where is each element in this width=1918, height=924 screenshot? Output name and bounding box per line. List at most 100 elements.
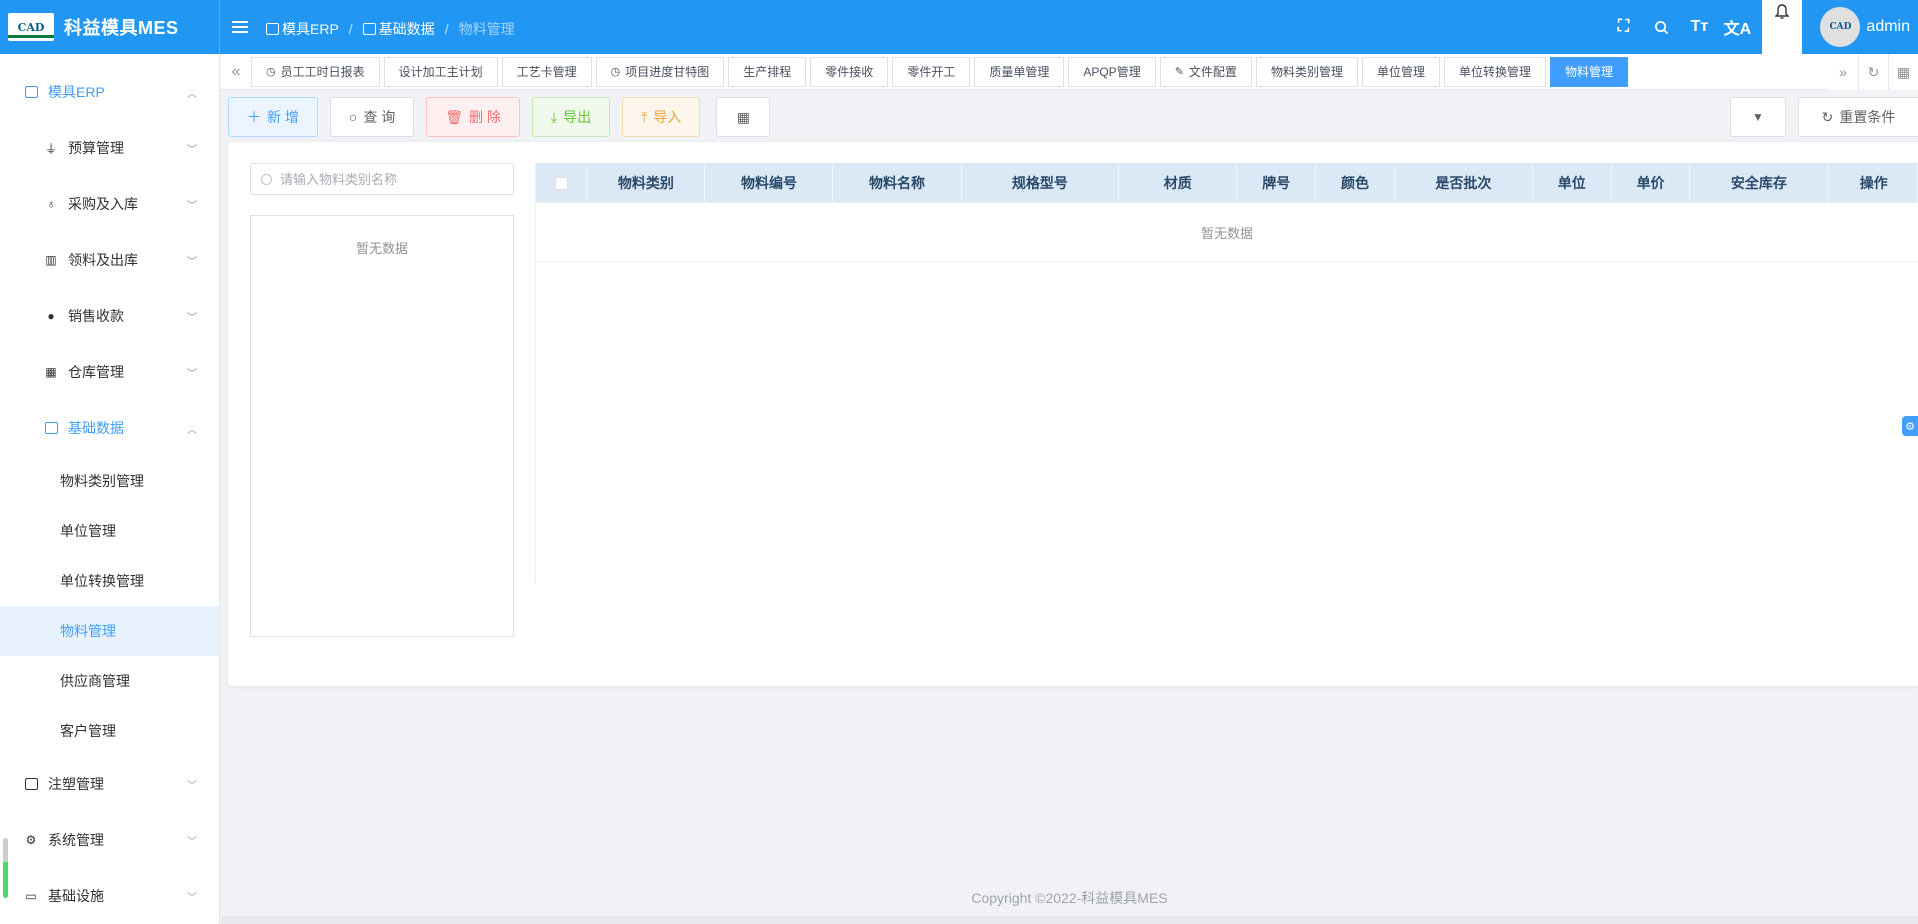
- sidebar-item-material-category[interactable]: 物料类别管理: [0, 456, 219, 506]
- sidebar-item-mold-erp[interactable]: 模具ERP ︿: [0, 64, 219, 120]
- chevron-down-icon: ﹀: [187, 892, 197, 904]
- tab-employee-hours[interactable]: ◷ 员工工时日报表: [251, 56, 380, 87]
- sidebar-item-purchase[interactable]: ♁ 采购及入库 ﹀: [0, 176, 219, 232]
- chevron-up-icon: ︿: [187, 88, 197, 100]
- sidebar-item-sales[interactable]: ● 销售收款 ﹀: [0, 288, 219, 344]
- sidebar-item-unit[interactable]: 单位管理: [0, 506, 219, 556]
- chevron-up-icon: ︿: [187, 424, 197, 436]
- chevron-down-icon: ﹀: [187, 836, 197, 848]
- column-header[interactable]: 是否批次: [1395, 163, 1533, 203]
- tab-quality[interactable]: 质量单管理: [974, 56, 1065, 87]
- fullscreen-icon[interactable]: ⛶: [1604, 0, 1642, 54]
- tabs-bar: « ◷ 员工工时日报表 设计加工主计划 工艺卡管理 ◷ 项目进度甘特图 生产排程 零…: [221, 54, 1918, 90]
- column-header[interactable]: 颜色: [1316, 163, 1395, 203]
- tab-material[interactable]: 物料管理: [1549, 56, 1628, 87]
- chevron-down-icon: ﹀: [187, 368, 197, 380]
- notification-bell-icon[interactable]: [1762, 0, 1803, 54]
- user-menu[interactable]: CAD admin: [1820, 7, 1910, 47]
- avatar: CAD: [1820, 7, 1861, 47]
- tabs-scroll-right-icon[interactable]: »: [1828, 54, 1858, 90]
- sidebar-item-unit-conversion[interactable]: 单位转换管理: [0, 556, 219, 606]
- table-header: 物料类别 物料编号 物料名称 规格型号 材质 牌号 颜色 是否批次 单位 单价 …: [536, 163, 1918, 203]
- translate-icon[interactable]: 文A: [1718, 0, 1756, 54]
- menu-toggle-icon[interactable]: [232, 18, 248, 36]
- reset-conditions-button[interactable]: ↻ 重置条件: [1798, 97, 1918, 137]
- breadcrumb-item-basic-data[interactable]: 基础数据: [362, 19, 435, 39]
- column-header[interactable]: 单价: [1612, 163, 1691, 203]
- sidebar-item-material-out[interactable]: ▥ 领料及出库 ﹀: [0, 232, 219, 288]
- sidebar-item-basic-data[interactable]: 基础数据 ︿: [0, 400, 219, 456]
- import-button[interactable]: ⤒ 导入: [622, 97, 701, 137]
- column-header[interactable]: 牌号: [1237, 163, 1317, 203]
- tab-apqp[interactable]: APQP管理: [1068, 56, 1156, 87]
- column-header[interactable]: 操作: [1828, 163, 1918, 203]
- column-header[interactable]: 物料名称: [833, 163, 962, 203]
- tree-empty-text: 暂无数据: [355, 241, 408, 256]
- font-size-icon[interactable]: Tт: [1680, 0, 1718, 54]
- search-icon[interactable]: [1642, 0, 1680, 54]
- tab-unit[interactable]: 单位管理: [1361, 56, 1440, 87]
- tab-design-plan[interactable]: 设计加工主计划: [383, 56, 498, 87]
- column-header[interactable]: 材质: [1119, 163, 1238, 203]
- tab-part-start[interactable]: 零件开工: [892, 56, 971, 87]
- tab-production-schedule[interactable]: 生产排程: [728, 56, 807, 87]
- sidebar-item-warehouse[interactable]: ▦ 仓库管理 ﹀: [0, 344, 219, 400]
- tab-material-category[interactable]: 物料类别管理: [1255, 56, 1358, 87]
- clock-icon: ◷: [266, 66, 276, 78]
- document-icon: ✎: [1174, 66, 1184, 78]
- chevron-down-icon: ﹀: [187, 200, 197, 212]
- refresh-icon[interactable]: ↻: [1858, 54, 1888, 90]
- column-header[interactable]: 安全库存: [1690, 163, 1829, 203]
- bag-icon: [266, 23, 279, 35]
- plus-icon: ＋: [247, 109, 261, 125]
- column-header[interactable]: 单位: [1533, 163, 1612, 203]
- select-all-cell[interactable]: [536, 163, 588, 203]
- building-icon: ▥: [45, 253, 57, 267]
- search-icon: [261, 173, 272, 185]
- category-search-box[interactable]: [250, 163, 514, 195]
- app-logo-area[interactable]: CAD 科益模具MES: [0, 0, 220, 54]
- bag-icon: [24, 85, 38, 99]
- sidebar-item-supplier[interactable]: 供应商管理: [0, 656, 219, 706]
- trash-icon: 🗑: [445, 108, 464, 125]
- app-logo: CAD: [8, 13, 54, 41]
- sidebar-item-infrastructure[interactable]: ▭ 基础设施 ﹀: [0, 868, 219, 924]
- main-card: 暂无数据 物料类别 物料编号 物料名称 规格型号 材质 牌号 颜色 是否批次 单…: [228, 142, 1918, 686]
- upload-icon: ⤒: [641, 108, 648, 125]
- chevron-down-icon: ﹀: [187, 144, 197, 156]
- tabs-scroll-left-icon[interactable]: «: [221, 54, 251, 90]
- column-header[interactable]: 规格型号: [962, 163, 1120, 203]
- delete-button[interactable]: 🗑 删 除: [426, 97, 520, 137]
- user-name: admin: [1866, 18, 1910, 35]
- tab-file-config[interactable]: ✎ 文件配置: [1159, 56, 1252, 87]
- tab-part-receive[interactable]: 零件接收: [810, 56, 889, 87]
- sidebar-item-system[interactable]: ⚙ 系统管理 ﹀: [0, 812, 219, 868]
- action-toolbar: ＋新 增 ○ 查 询 🗑 删 除 ⤓ 导出 ⤒ 导入 ▦: [228, 97, 782, 137]
- calendar-icon: ▦: [45, 365, 57, 379]
- column-header[interactable]: 物料编号: [705, 163, 834, 203]
- sidebar-scrollbar[interactable]: [3, 838, 8, 898]
- add-button[interactable]: ＋新 增: [228, 97, 318, 137]
- horizontal-scrollbar[interactable]: [221, 916, 1918, 924]
- filter-dropdown-button[interactable]: ▼: [1730, 97, 1786, 137]
- select-all-checkbox[interactable]: [554, 176, 568, 190]
- column-settings-button[interactable]: ▦: [716, 97, 771, 137]
- tab-unit-conversion[interactable]: 单位转换管理: [1443, 56, 1546, 87]
- person-icon: ●: [47, 309, 55, 323]
- breadcrumb-item-erp[interactable]: 模具ERP: [266, 19, 339, 39]
- sidebar-item-injection[interactable]: 注塑管理 ﹀: [0, 756, 219, 812]
- caret-down-icon: ▼: [1752, 110, 1764, 124]
- sidebar-item-material[interactable]: 物料管理: [0, 606, 219, 656]
- query-button[interactable]: ○ 查 询: [329, 97, 415, 137]
- download-icon: ⤓: [550, 108, 558, 125]
- category-search-input[interactable]: [280, 171, 500, 187]
- export-button[interactable]: ⤓ 导出: [531, 97, 611, 137]
- sidebar-item-budget[interactable]: ⏚ 预算管理 ﹀: [0, 120, 219, 176]
- settings-gear-icon[interactable]: ⚙: [1902, 416, 1918, 436]
- grid-menu-icon[interactable]: ▦: [1888, 54, 1918, 90]
- sidebar-item-customer[interactable]: 客户管理: [0, 706, 219, 756]
- tab-gantt[interactable]: ◷ 项目进度甘特图: [595, 56, 725, 87]
- tab-process-card[interactable]: 工艺卡管理: [501, 56, 592, 87]
- column-header[interactable]: 物料类别: [587, 163, 706, 203]
- search-icon: ○: [348, 109, 358, 125]
